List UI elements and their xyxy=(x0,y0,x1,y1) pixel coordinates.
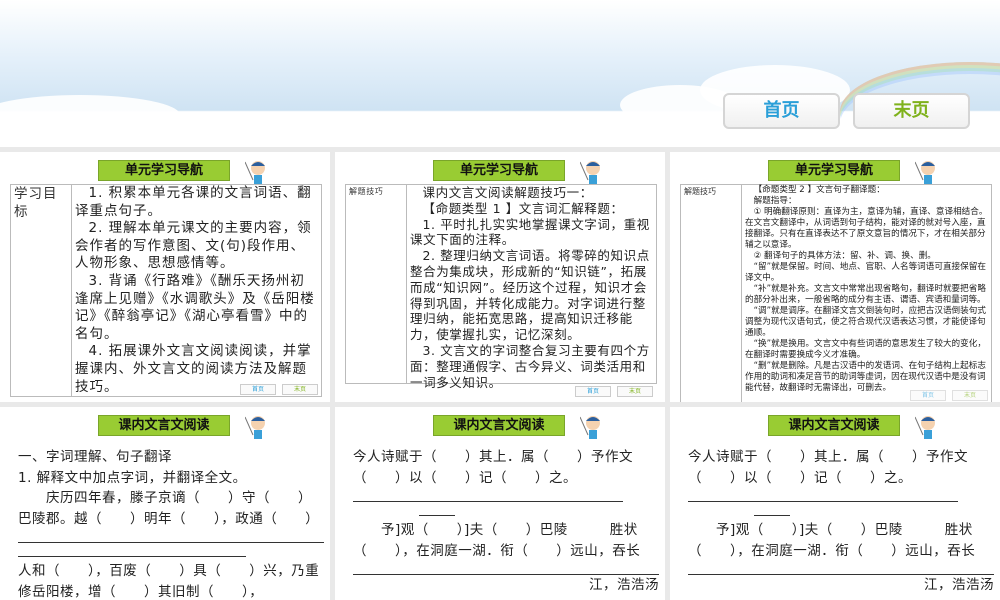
row-label: 学习目标 xyxy=(11,185,72,396)
slide-thumbnail-6[interactable]: 课内文言文阅读 今人诗赋于（ ）其上．属（ ）予作文（ ）以（ ）记（ ）之。 … xyxy=(670,407,1000,600)
tip-item: 课内文言文阅读解题技巧一： xyxy=(422,185,593,200)
tip-item: 解题指导： xyxy=(753,196,797,206)
last-page-button[interactable]: 末页 xyxy=(853,93,970,129)
slide-banner: 单元学习导航 xyxy=(98,160,230,181)
slide-thumbnail-1[interactable]: 单元学习导航 学习目标 1. 积累本单元各课的文言词语、翻译重点句子。 2. 理… xyxy=(0,152,330,402)
slide-thumbnail-4[interactable]: 课内文言文阅读 一、字词理解、句子翻译 1. 解释文中加点字词，并翻译全文。 庆… xyxy=(0,407,330,600)
objective-item: 2. 理解本单元课文的主要内容，领会作者的写作意图、文(句)段作用、人物形象、思… xyxy=(75,220,312,272)
objective-item: 3. 背诵《行路难》《酬乐天扬州初逢席上见赠》《水调歌头》及《岳阳楼记》《醉翁亭… xyxy=(75,272,315,342)
mini-first-button[interactable]: 首页 xyxy=(575,386,611,397)
tip-item: 3. 文言文的字词整合复习主要有四个方面：整理通假字、古今异义、词类活用和一词多… xyxy=(410,342,650,390)
mascot-icon xyxy=(915,161,935,184)
tip-item: 【命题类型 1 】文言词汇解释题： xyxy=(422,200,624,216)
passage-text: 庆历四年春，滕子京谪（ ）守（ ）巴陵郡。越（ ）明年（ ），政通（ ） xyxy=(18,490,320,527)
tip-item: 2. 整理归纳文言词语。将零碎的知识点整合为集成块，形成新的“知识链”，拓展而成… xyxy=(410,248,650,343)
slide-thumbnail-2[interactable]: 单元学习导航 解题技巧 课内文言文阅读解题技巧一： 【命题类型 1 】文言词汇解… xyxy=(335,152,665,402)
first-page-button[interactable]: 首页 xyxy=(723,93,840,129)
mascot-icon xyxy=(580,416,600,439)
slide-banner: 课内文言文阅读 xyxy=(768,415,900,436)
answer-line xyxy=(688,561,994,575)
mascot-icon xyxy=(245,416,265,439)
mini-last-button[interactable]: 末页 xyxy=(952,390,988,401)
section-heading: 一、字词理解、句子翻译 xyxy=(18,449,172,465)
content-table: 解题技巧 课内文言文阅读解题技巧一： 【命题类型 1 】文言词汇解释题： 1. … xyxy=(345,184,657,390)
slide-thumbnail-3[interactable]: 单元学习导航 解题技巧 【命题类型 2 】文言句子翻译题： 解题指导： ① 明确… xyxy=(670,152,1000,402)
mascot-icon xyxy=(245,161,265,184)
answer-line xyxy=(18,529,324,543)
row-label: 解题技巧 xyxy=(681,185,742,402)
answer-line xyxy=(353,561,659,575)
objective-item: 1. 积累本单元各课的文言词语、翻译重点句子。 xyxy=(75,185,312,219)
passage-text: 予]观（ ）]夫（ ）巴陵 胜状（ ），在洞庭一湖．衔（ ）远山，吞长 xyxy=(688,522,976,559)
content-table: 解题技巧 【命题类型 2 】文言句子翻译题： 解题指导： ① 明确翻译原则：直译… xyxy=(680,184,992,402)
tip-item: “补”就是补充。文言文中常常出现省略句，翻译时就要把省略的部分补出来，一般省略的… xyxy=(745,284,986,305)
slide-banner: 单元学习导航 xyxy=(433,160,565,181)
tip-item: ① 明确翻译原则：直译为主，意译为辅，直译、意译相结合。在文言文翻译中，从词语到… xyxy=(745,207,988,250)
cloud xyxy=(620,85,740,125)
mini-last-button[interactable]: 末页 xyxy=(282,384,318,395)
content-table: 学习目标 1. 积累本单元各课的文言词语、翻译重点句子。 2. 理解本单元课文的… xyxy=(10,184,322,397)
mini-last-button[interactable]: 末页 xyxy=(617,386,653,397)
slide-banner: 课内文言文阅读 xyxy=(98,415,230,436)
slide-banner: 单元学习导航 xyxy=(768,160,900,181)
answer-line xyxy=(18,543,246,557)
slide-thumbnail-5[interactable]: 课内文言文阅读 今人诗赋于（ ）其上．属（ ）予作文（ ）以（ ）记（ ）之。 … xyxy=(335,407,665,600)
tip-item: 1. 平时扎扎实实地掌握课文字词，重视课文下面的注释。 xyxy=(410,216,650,248)
answer-line xyxy=(688,488,958,502)
tip-item: “换”就是换用。文言文中有些词语的意思发生了较大的变化，在翻译时需要换成今义才准… xyxy=(745,339,986,360)
mascot-icon xyxy=(915,416,935,439)
mini-first-button[interactable]: 首页 xyxy=(910,390,946,401)
passage-text: 江，浩浩汤 xyxy=(589,577,659,593)
tip-item: 【命题类型 2 】文言句子翻译题： xyxy=(753,185,885,195)
cloud xyxy=(0,95,180,135)
tip-item: ② 翻译句子的具体方法：留、补、调、换、删。 xyxy=(753,251,936,261)
answer-line xyxy=(353,488,623,502)
passage-text: 江，浩浩汤 xyxy=(924,577,994,593)
answer-line xyxy=(754,502,790,516)
question-text: 1. 解释文中加点字词，并翻译全文。 xyxy=(18,469,247,486)
passage-text: 今人诗赋于（ ）其上．属（ ）予作文（ ）以（ ）记（ ）之。 xyxy=(688,449,968,486)
answer-line xyxy=(419,502,455,516)
mini-first-button[interactable]: 首页 xyxy=(240,384,276,395)
title-slide: 首页 末页 xyxy=(0,0,1000,147)
tip-item: “留”就是保留。时间、地点、官职、人名等词语可直接保留在译文中。 xyxy=(745,262,986,283)
slide-banner: 课内文言文阅读 xyxy=(433,415,565,436)
passage-text: 予]观（ ）]夫（ ）巴陵 胜状（ ），在洞庭一湖．衔（ ）远山，吞长 xyxy=(353,522,641,559)
row-label: 解题技巧 xyxy=(346,185,407,383)
tip-item: “调”就是调序。在翻译文言文倒装句时，应把古汉语倒装句式调整为现代汉语句式，使之… xyxy=(745,306,986,338)
passage-text: 今人诗赋于（ ）其上．属（ ）予作文（ ）以（ ）记（ ）之。 xyxy=(353,449,633,486)
mascot-icon xyxy=(580,161,600,184)
passage-text: 人和（ ），百废（ ）具（ ）兴，乃重修岳阳楼，增（ ）其旧制（ ）， xyxy=(18,563,320,600)
